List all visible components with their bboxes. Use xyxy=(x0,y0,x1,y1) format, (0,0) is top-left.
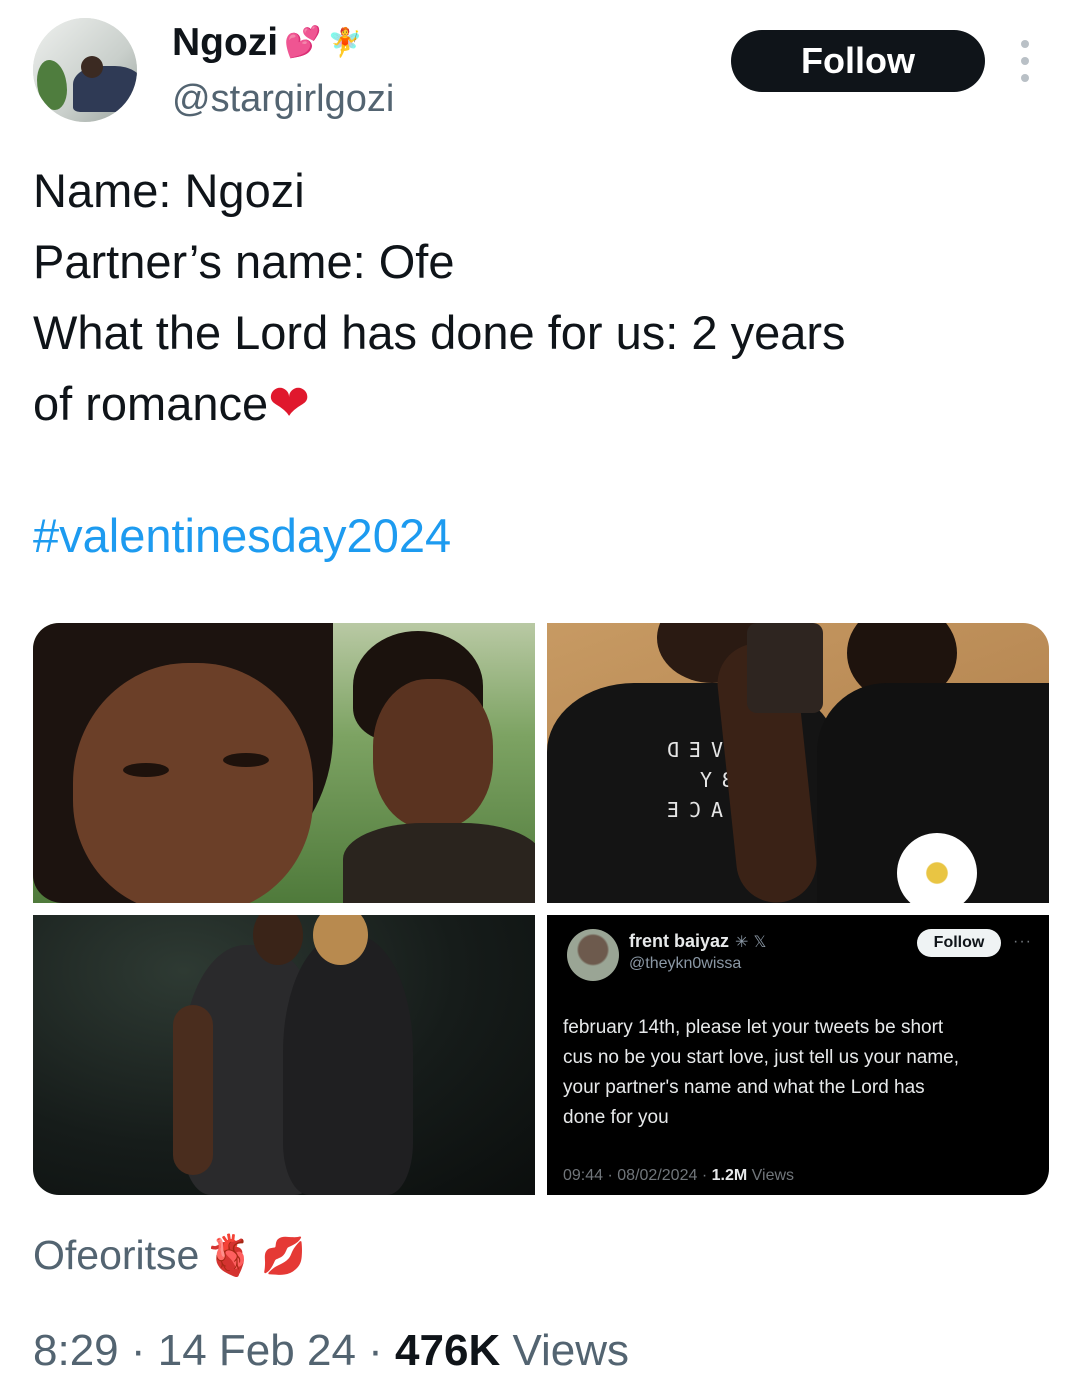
embedded-name-row: frent baiyaz ✳ 𝕏 xyxy=(629,931,766,952)
embedded-follow-button: Follow xyxy=(917,929,1001,957)
photo-shape xyxy=(283,935,413,1195)
kiss-mark-icon: 💋 xyxy=(261,1235,306,1277)
photo-shape xyxy=(123,763,169,777)
embedded-text-line: cus no be you start love, just tell us y… xyxy=(563,1047,960,1068)
photo-shape xyxy=(173,1005,213,1175)
media-grid: SAVED BY GRACE frent baiyaz ✳ 𝕏 @theykn0… xyxy=(33,623,1049,1195)
embedded-date: 08/02/2024 xyxy=(617,1167,698,1184)
flower-icon xyxy=(897,833,977,903)
photo-mirror-selfie[interactable]: SAVED BY GRACE xyxy=(547,623,1049,903)
photo-night[interactable] xyxy=(33,915,535,1195)
embedded-sep: · xyxy=(701,1167,712,1184)
photo-shape xyxy=(253,915,303,965)
author-display-name[interactable]: Ngozi xyxy=(172,21,278,65)
tweet-time[interactable]: 8:29 xyxy=(33,1326,119,1375)
avatar-head xyxy=(81,56,103,78)
fairy-icon: 🧚 xyxy=(327,26,363,59)
tweet-line-text: of romance xyxy=(33,377,269,430)
avatar[interactable] xyxy=(33,18,137,122)
phone-icon xyxy=(747,623,823,713)
photo-shape xyxy=(343,823,535,903)
meta-separator: · xyxy=(130,1326,158,1375)
embedded-tweet-screenshot[interactable]: frent baiyaz ✳ 𝕏 @theykn0wissa Follow ··… xyxy=(547,915,1049,1195)
tweet-date[interactable]: 14 Feb 24 xyxy=(158,1326,356,1375)
author-name-row[interactable]: Ngozi 💕 🧚 xyxy=(172,20,362,66)
tweet-meta: 8:29 · 14 Feb 24 · 476K Views xyxy=(33,1326,629,1376)
caption-text: Ofeoritse xyxy=(33,1232,200,1278)
author-handle[interactable]: @stargirlgozi xyxy=(172,78,394,121)
more-dot xyxy=(1021,74,1029,82)
embedded-tweet-meta: 09:44 · 08/02/2024 · 1.2M Views xyxy=(563,1167,794,1185)
embedded-sep: · xyxy=(607,1167,618,1184)
red-heart-icon: ❤ xyxy=(268,374,311,432)
embedded-time: 09:44 xyxy=(563,1167,604,1184)
tweet-line-last: of romance❤ xyxy=(33,368,1053,439)
follow-button[interactable]: Follow xyxy=(731,30,985,92)
two-hearts-icon: 💕 xyxy=(284,25,322,60)
meta-separator: · xyxy=(368,1326,396,1375)
embedded-text-line: your partner's name and what the Lord ha… xyxy=(563,1077,925,1098)
photo-shape xyxy=(373,679,493,829)
tweet-header: Ngozi 💕 🧚 @stargirlgozi Follow xyxy=(0,0,1080,140)
hashtag-link[interactable]: #valentinesday2024 xyxy=(33,508,451,563)
tweet-line: Partner’s name: Ofe xyxy=(33,235,455,288)
photo-caption: Ofeoritse 🫀 💋 xyxy=(33,1232,306,1279)
embedded-more-icon: ··· xyxy=(1013,933,1032,950)
embedded-text-line: done for you xyxy=(563,1107,669,1128)
embedded-views-label: Views xyxy=(751,1167,795,1184)
tweet-line: What the Lord has done for us: 2 years xyxy=(33,306,846,359)
more-options-icon[interactable] xyxy=(1012,40,1038,82)
embedded-badge-icons: ✳ 𝕏 xyxy=(735,932,767,951)
photo-selfie[interactable] xyxy=(33,623,535,903)
more-dot xyxy=(1021,40,1029,48)
anatomical-heart-icon: 🫀 xyxy=(205,1233,256,1279)
embedded-tweet-text: february 14th, please let your tweets be… xyxy=(563,1013,1033,1133)
embedded-text-line: february 14th, please let your tweets be… xyxy=(563,1017,944,1038)
embedded-views-count: 1.2M xyxy=(711,1167,748,1184)
views-count[interactable]: 476K xyxy=(395,1326,500,1375)
more-dot xyxy=(1021,57,1029,65)
photo-shape xyxy=(223,753,269,767)
embedded-avatar xyxy=(567,929,619,981)
embedded-display-name: frent baiyaz xyxy=(629,931,730,951)
views-label[interactable]: Views xyxy=(512,1326,629,1375)
photo-shape xyxy=(73,663,313,903)
tweet-line: Name: Ngozi xyxy=(33,164,305,217)
embedded-handle: @theykn0wissa xyxy=(629,955,742,972)
tweet-body: Name: Ngozi Partner’s name: Ofe What the… xyxy=(33,155,1053,439)
